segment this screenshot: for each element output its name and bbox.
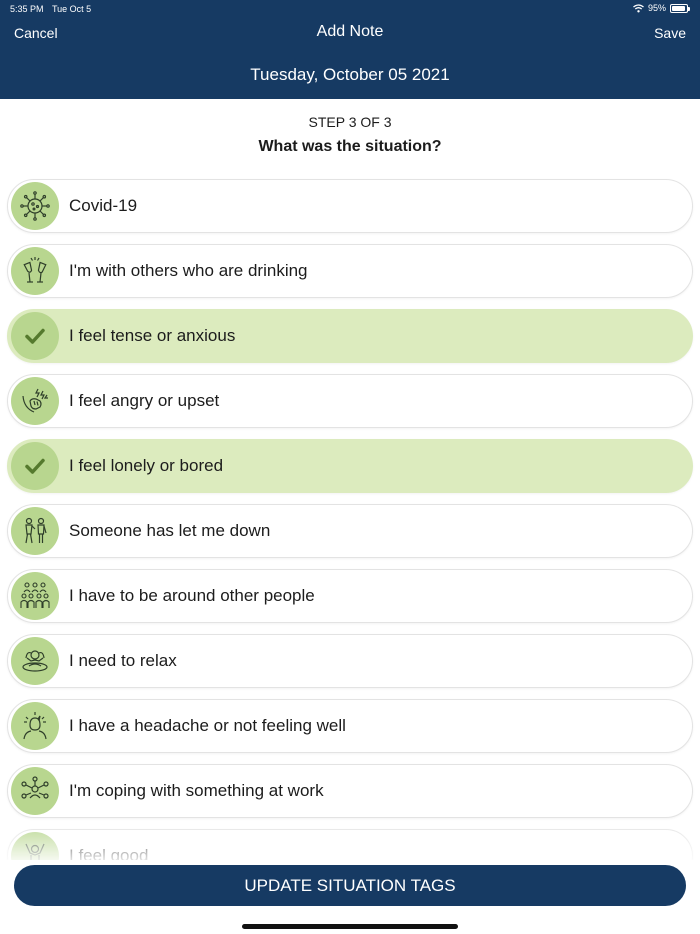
crowd-icon	[11, 572, 59, 620]
situation-item-covid-19[interactable]: Covid-19	[7, 179, 693, 233]
situation-item-angry-upset[interactable]: I feel angry or upset	[7, 374, 693, 428]
people-turned-away-icon	[11, 507, 59, 555]
situation-label: I need to relax	[69, 651, 177, 670]
situation-item-tense-anxious[interactable]: I feel tense or anxious	[7, 309, 693, 363]
wine-glasses-icon	[11, 247, 59, 295]
relaxing-person-icon	[11, 637, 59, 685]
update-situation-tags-button[interactable]: UPDATE SITUATION TAGS	[14, 865, 686, 906]
check-icon	[11, 312, 59, 360]
situation-item-lonely-bored[interactable]: I feel lonely or bored	[7, 439, 693, 493]
check-icon	[11, 442, 59, 490]
situation-list: Covid-19 I'm with others who are drinkin…	[0, 0, 700, 934]
situation-item-work[interactable]: I'm coping with something at work	[7, 764, 693, 818]
situation-label: I feel tense or anxious	[69, 326, 236, 345]
situation-label: I feel angry or upset	[69, 391, 220, 410]
situation-label: I have to be around other people	[69, 586, 315, 605]
situation-label: I'm coping with something at work	[69, 781, 324, 800]
home-indicator	[242, 924, 458, 929]
work-network-icon	[11, 767, 59, 815]
situation-item-headache[interactable]: I have a headache or not feeling well	[7, 699, 693, 753]
situation-item-let-down[interactable]: Someone has let me down	[7, 504, 693, 558]
angry-fist-icon	[11, 377, 59, 425]
situation-label: I feel lonely or bored	[69, 456, 224, 475]
situation-item-relax[interactable]: I need to relax	[7, 634, 693, 688]
situation-label: I'm with others who are drinking	[69, 261, 308, 280]
headache-icon	[11, 702, 59, 750]
situation-item-drinking[interactable]: I'm with others who are drinking	[7, 244, 693, 298]
situation-label: Someone has let me down	[69, 521, 271, 540]
situation-label: I have a headache or not feeling well	[69, 716, 346, 735]
situation-item-around-people[interactable]: I have to be around other people	[7, 569, 693, 623]
virus-icon	[11, 182, 59, 230]
situation-label: Covid-19	[69, 196, 138, 215]
